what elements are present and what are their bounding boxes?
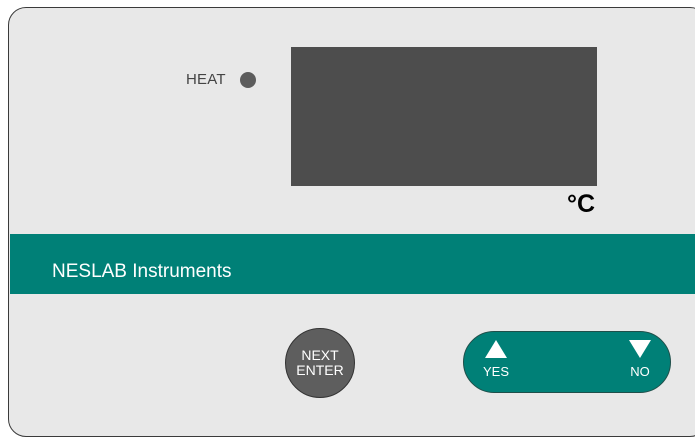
yes-label: YES <box>482 364 509 379</box>
enter-label: ENTER <box>296 362 344 378</box>
no-label: NO <box>630 364 650 379</box>
next-label: NEXT <box>301 347 339 363</box>
down-triangle-icon <box>629 340 651 358</box>
no-button[interactable]: NO <box>610 340 670 388</box>
up-triangle-icon <box>485 340 507 358</box>
yes-no-button-group: YES NO <box>463 331 671 393</box>
temperature-unit: °C <box>567 190 596 218</box>
heat-indicator-led <box>240 72 256 88</box>
brand-band: NESLAB Instruments <box>10 234 695 294</box>
temperature-display <box>291 47 597 186</box>
brand-name: NESLAB Instruments <box>52 261 232 282</box>
yes-button[interactable]: YES <box>466 340 526 388</box>
next-enter-button[interactable]: NEXT ENTER <box>285 328 355 398</box>
heat-label: HEAT <box>186 71 226 88</box>
